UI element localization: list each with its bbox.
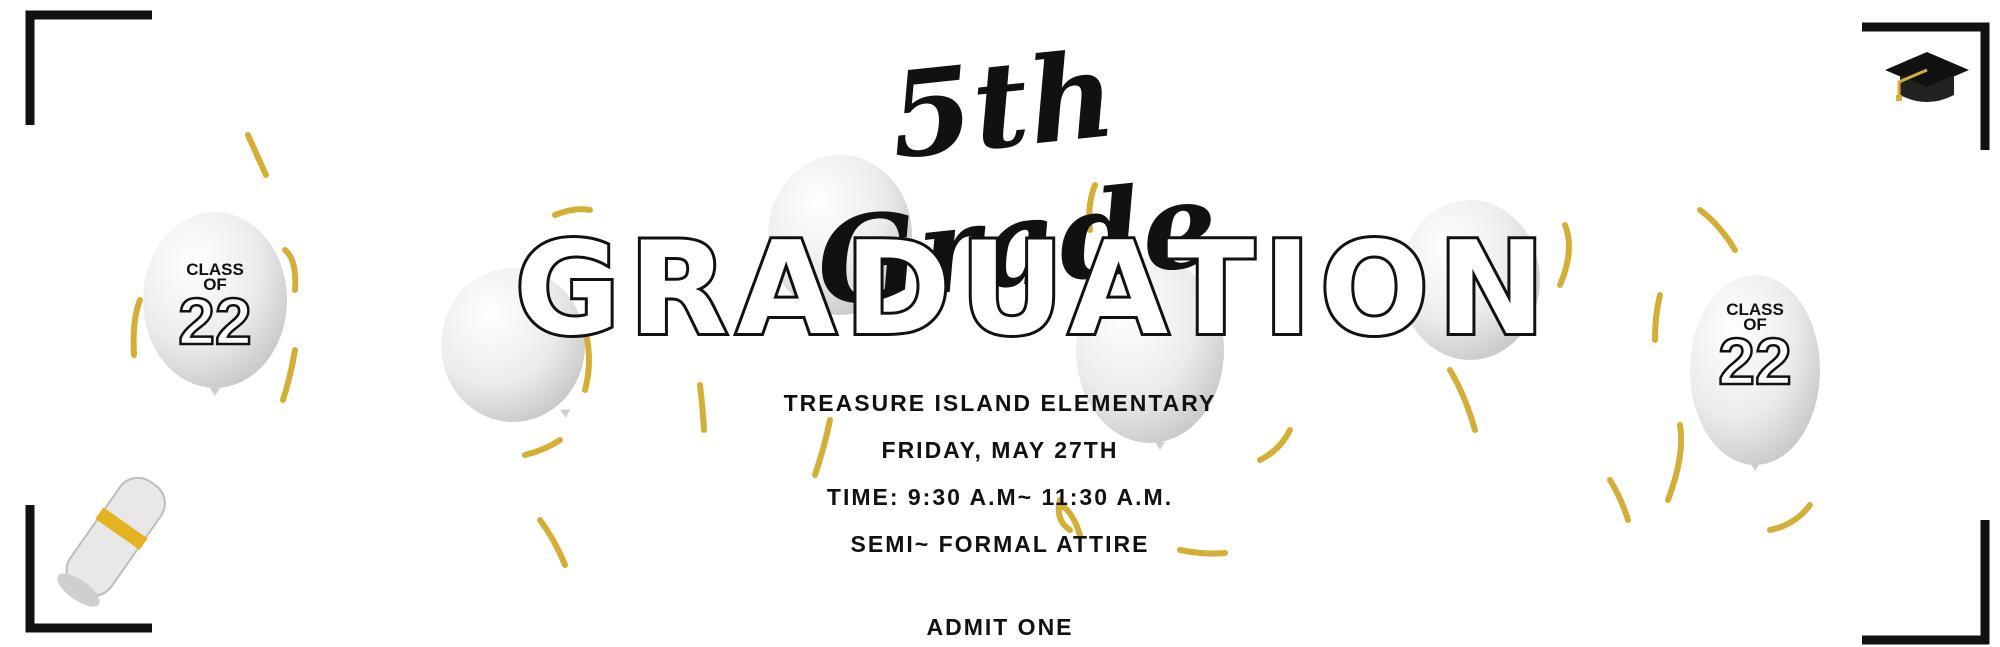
dress-code: SEMI~ FORMAL ATTIRE — [850, 531, 1150, 557]
balloon-year-text: 22 — [177, 284, 253, 358]
balloon-year-text: 22 — [1717, 324, 1793, 398]
balloon-label-right: CLASS OF 22 — [1685, 301, 1825, 398]
main-title: GRADUATION — [512, 212, 1554, 367]
school-name: TREASURE ISLAND ELEMENTARY — [783, 390, 1217, 416]
event-time: TIME: 9:30 A.M~ 11:30 A.M. — [826, 484, 1174, 510]
balloon-label-left: CLASS OF 22 — [145, 261, 285, 358]
graduation-ticket: CLASS OF 22 CLASS OF 22 5th Grade GRADUA… — [0, 0, 2000, 647]
event-date: FRIDAY, MAY 27TH — [881, 437, 1119, 463]
admit-one: ADMIT ONE — [926, 614, 1074, 640]
